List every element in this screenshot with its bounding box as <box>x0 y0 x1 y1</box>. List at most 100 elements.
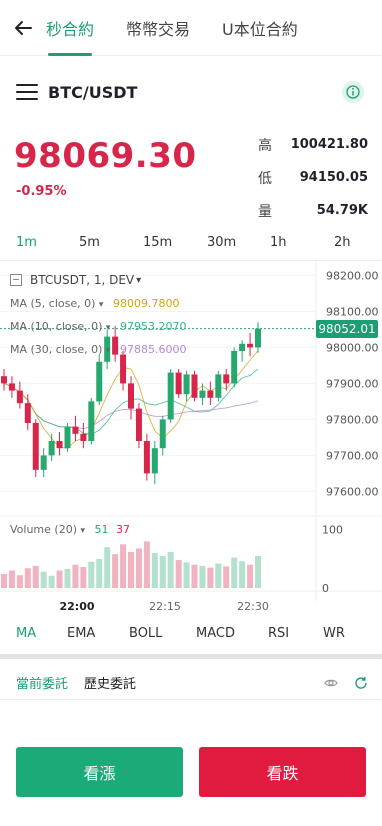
ticker-stats: 高 100421.80 低 94150.05 量 54.79K <box>258 128 368 227</box>
volume-bar <box>104 547 111 588</box>
candle-body <box>175 372 182 395</box>
volume-bar <box>199 565 206 588</box>
candle-body <box>128 383 134 409</box>
volume-bar <box>247 564 254 588</box>
chevron-down-icon: ▾ <box>136 274 142 286</box>
candle-body <box>24 403 31 423</box>
chart-canvas[interactable]: 98200.00 98100.00 98000.00 97900.00 97800.00… <box>0 261 382 619</box>
indicator-wr[interactable]: WR <box>323 626 345 641</box>
back-button[interactable] <box>0 0 46 56</box>
price-chart[interactable]: 98200.00 98100.00 98000.00 97900.00 97800.00… <box>0 260 382 618</box>
eye-icon[interactable] <box>324 676 338 690</box>
last-price-marker: 98052.01 <box>316 319 378 338</box>
candle-body <box>64 426 71 449</box>
volume-bar <box>223 566 230 588</box>
indicator-ema[interactable]: EMA <box>67 626 95 641</box>
chart-symbol-label[interactable]: BTCUSDT, 1, DEV ▾ <box>10 273 141 287</box>
volume-bar <box>32 565 39 588</box>
timeframe-1m[interactable]: 1m <box>16 235 37 250</box>
indicator-macd[interactable]: MACD <box>196 626 235 641</box>
price-tick-label: 97600.00 <box>326 485 379 498</box>
stat-high-label: 高 <box>258 137 272 154</box>
volume-bar <box>128 551 134 588</box>
candle-body <box>167 372 174 420</box>
volume-legend[interactable]: Volume (20) ▾ 51 37 <box>10 523 130 536</box>
volume-bar <box>80 567 87 588</box>
info-icon[interactable] <box>342 81 364 103</box>
time-tick-label: 22:30 <box>237 600 269 613</box>
indicator-ma[interactable]: MA <box>16 626 36 641</box>
candle-body <box>135 408 142 441</box>
candle-body <box>80 433 87 441</box>
volume-bar <box>175 560 182 588</box>
candle-body <box>40 455 47 470</box>
tab-usdt-futures[interactable]: U本位合約 <box>222 0 298 56</box>
candle-body <box>231 351 238 384</box>
chevron-down-icon: ▾ <box>98 300 104 310</box>
ma5-label: MA (5, close, 0) <box>10 297 96 310</box>
tab-order-history[interactable]: 歷史委託 <box>84 673 136 692</box>
indicator-boll[interactable]: BOLL <box>129 626 162 641</box>
volume-bar <box>48 575 55 588</box>
volume-bar <box>56 570 63 588</box>
tab-second-contract[interactable]: 秒合約 <box>46 0 94 56</box>
volume-bar <box>120 544 127 588</box>
volume-bar <box>183 562 190 588</box>
timeframe-bar: 1m 5m 15m 30m 1h 2h <box>0 228 382 256</box>
tab-current-orders[interactable]: 當前委託 <box>16 673 68 692</box>
candle-body <box>207 390 214 398</box>
volume-bar <box>1 574 7 588</box>
price-change: -0.95% <box>16 184 67 199</box>
section-divider <box>0 654 382 659</box>
candle-body <box>56 441 63 449</box>
volume-bar <box>24 568 31 588</box>
volume-bar <box>40 571 47 588</box>
candle-body <box>96 361 103 402</box>
candle-body <box>159 419 166 449</box>
volume-bar <box>135 548 142 588</box>
chart-symbol-text: BTCUSDT, 1, DEV <box>30 273 135 287</box>
chevron-down-icon: ▾ <box>105 346 111 356</box>
ma10-legend[interactable]: MA (10, close, 0) ▾ 97953.2070 <box>10 320 186 333</box>
stat-low-label: 低 <box>258 170 272 187</box>
pair-symbol[interactable]: BTC/USDT <box>48 83 137 102</box>
timeframe-1h[interactable]: 1h <box>270 235 287 250</box>
time-tick-label: 22:00 <box>59 600 94 613</box>
candle-body <box>16 390 23 404</box>
orders-tabs: 當前委託 歷史委託 <box>0 666 382 700</box>
refresh-icon[interactable] <box>354 676 368 690</box>
volume-bar <box>72 564 79 588</box>
volume-bar <box>207 567 214 588</box>
sell-down-button[interactable]: 看跌 <box>199 747 366 797</box>
volume-bar <box>88 561 95 588</box>
candle-body <box>1 376 7 384</box>
volume-down-value: 37 <box>116 523 131 536</box>
menu-icon[interactable] <box>16 84 38 100</box>
stat-volume-label: 量 <box>258 203 272 220</box>
volume-bar <box>239 561 246 588</box>
collapse-icon[interactable] <box>10 274 22 286</box>
candle-body <box>143 441 150 474</box>
indicator-rsi[interactable]: RSI <box>268 626 289 641</box>
timeframe-30m[interactable]: 30m <box>207 235 236 250</box>
ma30-legend[interactable]: MA (30, close, 0) ▾ 97885.6000 <box>10 343 186 356</box>
volume-bar <box>191 564 198 588</box>
timeframe-2h[interactable]: 2h <box>334 235 351 250</box>
chevron-down-icon: ▾ <box>105 323 111 333</box>
price-tick-label: 97900.00 <box>326 377 379 390</box>
candle-body <box>120 354 127 384</box>
candle-body <box>215 374 222 398</box>
volume-bar <box>16 575 23 588</box>
price-tick-label: 98200.00 <box>326 269 379 282</box>
timeframe-5m[interactable]: 5m <box>79 235 100 250</box>
candle-body <box>48 441 55 456</box>
candle-body <box>191 374 198 398</box>
top-nav: 秒合約 幣幣交易 U本位合約 <box>0 0 382 56</box>
ma5-legend[interactable]: MA (5, close, 0) ▾ 98009.7800 <box>10 297 179 310</box>
volume-bar <box>231 557 238 588</box>
stat-volume-value: 54.79K <box>316 203 368 218</box>
timeframe-15m[interactable]: 15m <box>143 235 172 250</box>
buy-up-button[interactable]: 看漲 <box>16 747 183 797</box>
candle-body <box>223 374 230 384</box>
tab-spot-trading[interactable]: 幣幣交易 <box>126 0 190 56</box>
